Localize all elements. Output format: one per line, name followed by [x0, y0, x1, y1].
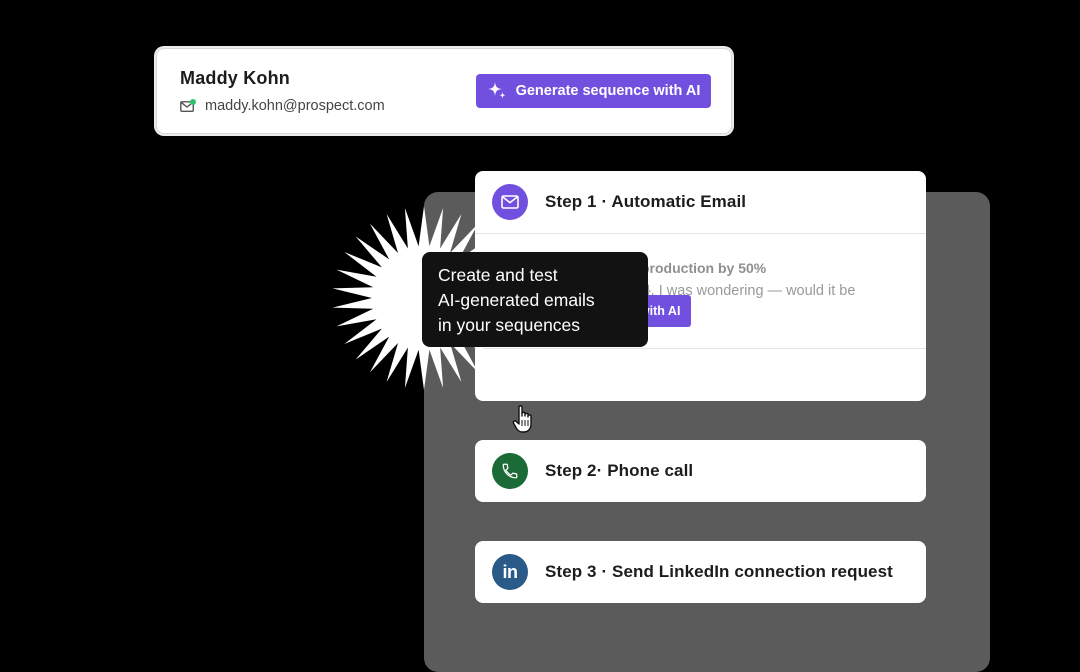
generate-sequence-label: Generate sequence with AI: [515, 83, 701, 99]
step-title: Step 2· Phone call: [545, 461, 694, 480]
step-card-phone[interactable]: Step 2· Phone call: [475, 440, 926, 502]
mail-icon: [492, 184, 528, 220]
step-header: Step 1 · Automatic Email: [475, 171, 926, 233]
step-title: Step 1 · Automatic Email: [545, 192, 747, 211]
contact-email-row: maddy.kohn@prospect.com: [180, 98, 385, 114]
step-card-linkedin[interactable]: in Step 3 · Send LinkedIn connection req…: [475, 541, 926, 603]
step-header: in Step 3 · Send LinkedIn connection req…: [475, 541, 926, 603]
linkedin-icon-text: in: [502, 561, 519, 582]
tooltip-line: AI-generated emails: [438, 290, 595, 310]
linkedin-icon: in: [492, 554, 528, 590]
tooltip-line: in your sequences: [438, 315, 581, 335]
tooltip-line: Create and test: [438, 265, 558, 285]
generate-sequence-button[interactable]: Generate sequence with AI: [476, 74, 711, 108]
step-header: Step 2· Phone call: [475, 440, 926, 502]
phone-icon: [492, 453, 528, 489]
mail-verified-icon: [180, 99, 196, 113]
contact-card: Maddy Kohn maddy.kohn@prospect.com Gener…: [156, 48, 732, 134]
divider: [475, 348, 926, 349]
contact-name: Maddy Kohn: [180, 68, 290, 88]
email-subject: production by 50%: [641, 260, 767, 276]
step-title: Step 3 · Send LinkedIn connection reques…: [545, 562, 893, 581]
sparkle-icon: [487, 82, 506, 99]
feature-tooltip: Create and test AI-generated emails in y…: [422, 252, 648, 347]
hand-cursor-icon: [512, 405, 532, 433]
contact-email[interactable]: maddy.kohn@prospect.com: [205, 98, 385, 114]
